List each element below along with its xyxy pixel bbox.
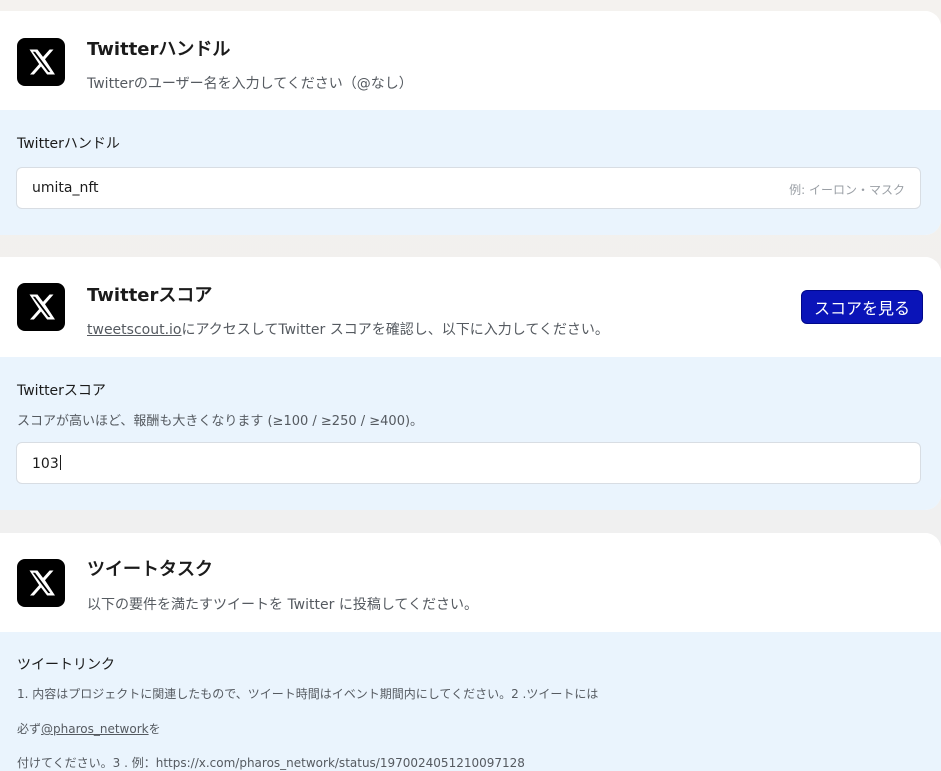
twitter-handle-field-label: Twitterハンドル	[17, 136, 120, 152]
tweet-link-field-label: ツイートリンク	[17, 657, 115, 673]
tweetscout-link[interactable]: tweetscout.io	[87, 322, 181, 338]
tweet-task-desc-line3: 付けてください。3 . 例：https://x.com/pharos_netwo…	[17, 756, 525, 770]
x-logo-icon	[17, 283, 65, 331]
text-caret	[59, 455, 61, 470]
twitter-handle-body: Twitterハンドル umita_nft 例: イーロン・マスク	[0, 110, 941, 235]
pharos-network-mention-link[interactable]: @pharos_network	[41, 722, 149, 736]
tweet-task-desc-line1: 1. 内容はプロジェクトに関連したもので、ツイート時間はイベント期間内にしてくだ…	[17, 687, 599, 701]
tweet-task-body: ツイートリンク 1. 内容はプロジェクトに関連したもので、ツイート時間はイベント…	[0, 632, 941, 771]
twitter-score-input[interactable]: 103	[16, 442, 921, 484]
twitter-score-input-value: 103	[32, 455, 61, 472]
twitter-handle-header: Twitterハンドル Twitterのユーザー名を入力してください（@なし）	[0, 11, 941, 110]
twitter-score-subtitle: tweetscout.ioにアクセスしてTwitter スコアを確認し、以下に入…	[87, 319, 609, 339]
x-logo-icon	[17, 559, 65, 607]
twitter-score-header: Twitterスコア tweetscout.ioにアクセスしてTwitter ス…	[0, 257, 941, 357]
tweet-task-subtitle: 以下の要件を満たすツイートを Twitter に投稿してください。	[87, 597, 478, 613]
twitter-score-body: Twitterスコア スコアが高いほど、報酬も大きくなります (≥100 / ≥…	[0, 357, 941, 510]
page: Twitterハンドル Twitterのユーザー名を入力してください（@なし） …	[0, 0, 941, 771]
twitter-score-field-label: Twitterスコア	[17, 383, 106, 399]
desc-line2-prefix: 必ず	[17, 722, 42, 736]
twitter-handle-placeholder: 例: イーロン・マスク	[789, 183, 905, 197]
twitter-handle-input-value: umita_nft	[32, 180, 99, 196]
twitter-handle-title: Twitterハンドル	[87, 39, 231, 60]
tweet-task-card: ツイートタスク 以下の要件を満たすツイートを Twitter に投稿してください…	[0, 533, 941, 771]
x-logo-icon	[17, 38, 65, 86]
twitter-score-subtitle-text: にアクセスしてTwitter スコアを確認し、以下に入力してください。	[181, 322, 609, 338]
tweet-task-title: ツイートタスク	[87, 559, 213, 580]
view-score-button[interactable]: スコアを見る	[800, 290, 923, 324]
twitter-handle-subtitle: Twitterのユーザー名を入力してください（@なし）	[87, 76, 413, 92]
tweet-task-header: ツイートタスク 以下の要件を満たすツイートを Twitter に投稿してください…	[0, 533, 941, 632]
twitter-score-title: Twitterスコア	[87, 285, 213, 306]
twitter-handle-input[interactable]: umita_nft 例: イーロン・マスク	[16, 167, 921, 209]
twitter-score-hint: スコアが高いほど、報酬も大きくなります (≥100 / ≥250 / ≥400)…	[17, 414, 424, 429]
desc-line2-suffix: を	[148, 722, 161, 736]
twitter-score-card: Twitterスコア tweetscout.ioにアクセスしてTwitter ス…	[0, 257, 941, 510]
tweet-task-desc-line2: 必ず@pharos_networkを	[17, 720, 161, 737]
twitter-handle-card: Twitterハンドル Twitterのユーザー名を入力してください（@なし） …	[0, 11, 941, 235]
